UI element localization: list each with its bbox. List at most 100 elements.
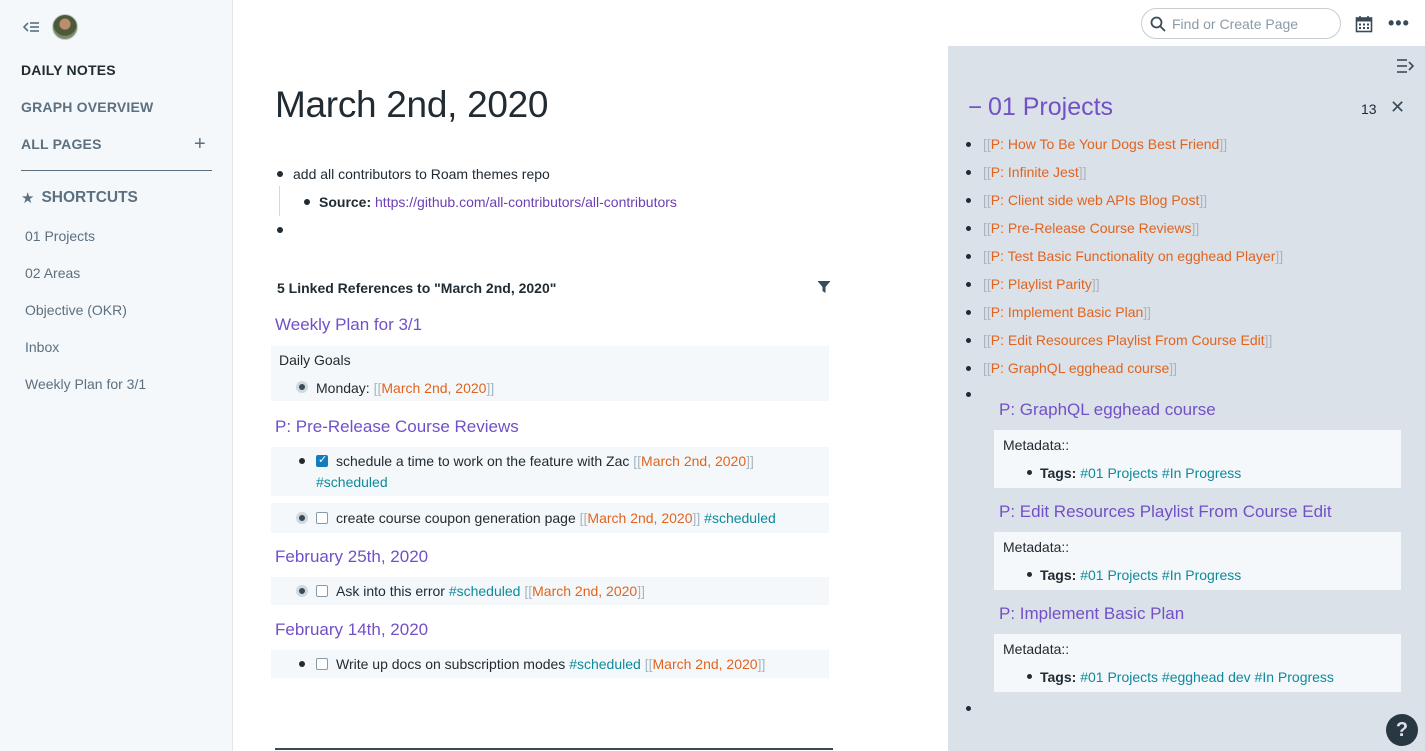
page-link[interactable]: P: Playlist Parity [991, 276, 1092, 292]
nav-graph-overview[interactable]: GRAPH OVERVIEW [21, 99, 153, 115]
shortcut-inbox[interactable]: Inbox [25, 339, 59, 355]
collapse-page-toggle[interactable]: − [968, 94, 982, 122]
plus-icon[interactable]: + [194, 134, 206, 154]
page-link[interactable]: P: Implement Basic Plan [991, 304, 1144, 320]
project-link-item[interactable]: [[P: Test Basic Functionality on egghead… [983, 248, 1283, 264]
collapsed-bullet[interactable] [296, 381, 308, 393]
block-bullet[interactable] [1027, 470, 1032, 475]
empty-block-bullet[interactable] [966, 706, 971, 711]
empty-block-bullet[interactable] [277, 227, 283, 233]
right-sidebar-toggle-icon[interactable] [1396, 58, 1414, 74]
ref-title-pre-release[interactable]: P: Pre-Release Course Reviews [275, 417, 519, 437]
embed-title-basic-plan[interactable]: P: Implement Basic Plan [999, 604, 1184, 624]
tag-scheduled[interactable]: #scheduled [449, 583, 521, 599]
tag-scheduled[interactable]: #scheduled [704, 510, 776, 526]
page-link[interactable]: P: Edit Resources Playlist From Course E… [991, 332, 1265, 348]
collapse-sidebar-icon[interactable] [22, 18, 40, 36]
todo-checkbox-done[interactable] [316, 453, 328, 467]
block-bullet[interactable] [966, 170, 971, 175]
ref-item-schedule[interactable]: schedule a time to work on the feature w… [336, 453, 754, 469]
source-block[interactable]: Source: https://github.com/all-contribut… [319, 194, 677, 210]
tags-line[interactable]: Tags: #01 Projects #In Progress [1040, 465, 1241, 481]
page-link[interactable]: March 2nd, 2020 [587, 510, 692, 526]
help-icon[interactable]: ? [1386, 714, 1418, 746]
page-link[interactable]: P: How To Be Your Dogs Best Friend [991, 136, 1220, 152]
more-icon[interactable]: ••• [1388, 14, 1410, 32]
metadata-label[interactable]: Metadata:: [1003, 437, 1069, 453]
block-bullet[interactable] [966, 226, 971, 231]
child-block-bullet[interactable] [304, 199, 310, 205]
project-link-item[interactable]: [[P: Playlist Parity]] [983, 276, 1100, 292]
block-bullet[interactable] [966, 310, 971, 315]
page-title[interactable]: March 2nd, 2020 [275, 84, 548, 126]
search-box[interactable] [1141, 8, 1341, 39]
project-link-item[interactable]: [[P: Pre-Release Course Reviews]] [983, 220, 1199, 236]
shortcut-weekly-plan[interactable]: Weekly Plan for 3/1 [25, 376, 146, 392]
tags-values[interactable]: #01 Projects #In Progress [1080, 465, 1241, 481]
page-link[interactable]: March 2nd, 2020 [653, 656, 758, 672]
todo-checkbox[interactable] [316, 585, 328, 597]
block-bullet[interactable] [277, 171, 283, 177]
block-text[interactable]: add all contributors to Roam themes repo [293, 166, 550, 182]
block-bullet[interactable] [966, 366, 971, 371]
page-link[interactable]: March 2nd, 2020 [381, 380, 486, 396]
todo-checkbox[interactable] [316, 512, 328, 524]
ref-title-feb-14[interactable]: February 14th, 2020 [275, 620, 428, 640]
ref-item-error[interactable]: Ask into this error #scheduled [[March 2… [336, 583, 645, 599]
ref-item-monday[interactable]: Monday: [[March 2nd, 2020]] [316, 380, 494, 396]
block-bullet[interactable] [966, 254, 971, 259]
search-input[interactable] [1172, 15, 1332, 32]
ref-item-docs[interactable]: Write up docs on subscription modes #sch… [336, 656, 765, 672]
tag-scheduled[interactable]: #scheduled [569, 656, 641, 672]
embed-title-edit-resources[interactable]: P: Edit Resources Playlist From Course E… [999, 502, 1332, 522]
block-bullet[interactable] [966, 282, 971, 287]
block-bullet[interactable] [966, 198, 971, 203]
ref-title-weekly-plan[interactable]: Weekly Plan for 3/1 [275, 315, 422, 335]
block-bullet[interactable] [299, 458, 305, 464]
collapsed-bullet[interactable] [296, 512, 308, 524]
tag-scheduled[interactable]: #scheduled [316, 474, 388, 490]
embed-title-graphql[interactable]: P: GraphQL egghead course [999, 400, 1216, 420]
project-link-item[interactable]: [[P: GraphQL egghead course]] [983, 360, 1177, 376]
ref-parent-daily-goals[interactable]: Daily Goals [279, 352, 351, 368]
metadata-label[interactable]: Metadata:: [1003, 539, 1069, 555]
block-bullet[interactable] [1027, 572, 1032, 577]
project-link-item[interactable]: [[P: Edit Resources Playlist From Course… [983, 332, 1272, 348]
page-link[interactable]: P: GraphQL egghead course [991, 360, 1170, 376]
project-link-item[interactable]: [[P: How To Be Your Dogs Best Friend]] [983, 136, 1227, 152]
tags-values[interactable]: #01 Projects #In Progress [1080, 567, 1241, 583]
page-link[interactable]: March 2nd, 2020 [641, 453, 746, 469]
block-bullet[interactable] [966, 142, 971, 147]
calendar-icon[interactable] [1355, 15, 1373, 33]
nav-daily-notes[interactable]: DAILY NOTES [21, 62, 116, 78]
project-link-item[interactable]: [[P: Client side web APIs Blog Post]] [983, 192, 1207, 208]
ref-item-coupon[interactable]: create course coupon generation page [[M… [336, 510, 776, 526]
block-bullet[interactable] [966, 392, 971, 397]
filter-icon[interactable] [817, 280, 831, 294]
ref-title-feb-25[interactable]: February 25th, 2020 [275, 547, 428, 567]
tags-line[interactable]: Tags: #01 Projects #In Progress [1040, 567, 1241, 583]
block-bullet[interactable] [966, 338, 971, 343]
collapsed-bullet[interactable] [296, 585, 308, 597]
close-icon[interactable]: ✕ [1390, 97, 1405, 118]
block-bullet[interactable] [299, 661, 305, 667]
avatar[interactable] [52, 14, 78, 40]
shortcut-02-areas[interactable]: 02 Areas [25, 265, 80, 281]
page-link[interactable]: March 2nd, 2020 [532, 583, 637, 599]
shortcut-objective-okr[interactable]: Objective (OKR) [25, 302, 127, 318]
todo-checkbox[interactable] [316, 658, 328, 670]
page-link[interactable]: P: Client side web APIs Blog Post [991, 192, 1200, 208]
block-bullet[interactable] [1027, 674, 1032, 679]
shortcut-01-projects[interactable]: 01 Projects [25, 228, 95, 244]
right-sidebar-page-title[interactable]: 01 Projects [988, 93, 1113, 122]
tags-values[interactable]: #01 Projects #egghead dev #In Progress [1080, 669, 1334, 685]
page-link[interactable]: P: Test Basic Functionality on egghead P… [991, 248, 1276, 264]
project-link-item[interactable]: [[P: Implement Basic Plan]] [983, 304, 1151, 320]
source-url-link[interactable]: https://github.com/all-contributors/all-… [375, 194, 677, 210]
tags-line[interactable]: Tags: #01 Projects #egghead dev #In Prog… [1040, 669, 1334, 685]
page-link[interactable]: P: Infinite Jest [991, 164, 1079, 180]
page-link[interactable]: P: Pre-Release Course Reviews [991, 220, 1192, 236]
nav-all-pages[interactable]: ALL PAGES [21, 136, 102, 152]
project-link-item[interactable]: [[P: Infinite Jest]] [983, 164, 1087, 180]
metadata-label[interactable]: Metadata:: [1003, 641, 1069, 657]
